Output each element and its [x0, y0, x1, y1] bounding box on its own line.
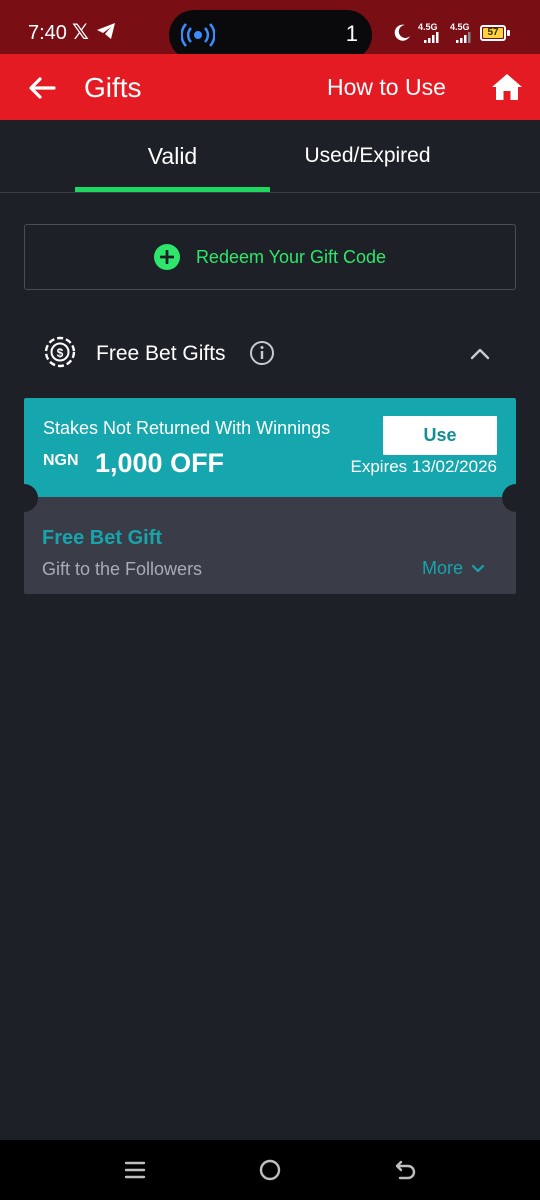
more-button[interactable]: More: [422, 558, 485, 579]
gift-subtitle: Gift to the Followers: [42, 559, 203, 579]
recent-apps-button[interactable]: [119, 1156, 151, 1184]
coupon-amount: 1,000 OFF: [95, 448, 225, 478]
dollar-coin-icon: $: [44, 336, 76, 373]
gift-name: Free Bet Gift: [42, 527, 163, 549]
free-bet-gifts-header[interactable]: $ Free Bet Gifts: [0, 330, 540, 378]
app-header: Gifts How to Use: [0, 54, 540, 120]
tab-used-expired[interactable]: Used/Expired: [270, 144, 465, 168]
coupon-currency: NGN: [43, 452, 79, 469]
collapse-button[interactable]: [462, 338, 498, 370]
moon-icon: [393, 24, 411, 47]
coupon-description: Stakes Not Returned With Winnings: [43, 418, 331, 438]
battery-icon: 57: [480, 25, 506, 41]
hotspot-icon: [180, 21, 216, 54]
home-button[interactable]: [488, 68, 526, 106]
status-bar: 7:40 𝕏 1 4.5G 4.5G 57: [0, 0, 540, 60]
status-time: 7:40: [28, 22, 67, 44]
tab-bar: Valid Used/Expired: [0, 120, 540, 193]
chevron-down-icon: [471, 564, 485, 573]
menu-icon: [124, 1161, 146, 1179]
use-button[interactable]: Use: [383, 416, 497, 455]
system-nav-bar: [0, 1140, 540, 1200]
page-title: Gifts: [84, 72, 142, 103]
signal-1-icon: 4.5G: [418, 22, 444, 44]
coupon-details: Free Bet Gift Gift to the Followers More: [24, 497, 516, 594]
coupon-notch-right: [502, 484, 530, 512]
coupon-notch-left: [10, 484, 38, 512]
chevron-up-icon: [470, 348, 490, 360]
plus-circle-icon: [153, 244, 180, 270]
battery-level: 57: [483, 28, 503, 38]
home-icon: [492, 74, 522, 100]
circle-icon: [259, 1159, 281, 1181]
battery-tip: [507, 30, 510, 36]
arrow-left-icon: [29, 77, 56, 99]
system-home-button[interactable]: [254, 1156, 286, 1184]
info-icon[interactable]: [249, 340, 275, 371]
more-label: More: [422, 558, 464, 578]
x-app-icon: 𝕏: [72, 21, 89, 44]
system-back-button[interactable]: [389, 1156, 421, 1184]
back-button[interactable]: [22, 68, 62, 108]
section-title: Free Bet Gifts: [96, 342, 226, 365]
coupon-card: Stakes Not Returned With Winnings NGN 1,…: [24, 398, 516, 497]
coupon-expiry: Expires 13/02/2026: [350, 457, 498, 476]
signal-2-icon: 4.5G: [450, 22, 476, 44]
notification-count: 1: [345, 21, 358, 46]
redeem-label: Redeem Your Gift Code: [195, 246, 387, 267]
back-arrow-icon: [395, 1160, 416, 1180]
active-tab-indicator: [75, 187, 270, 192]
tab-valid[interactable]: Valid: [75, 143, 270, 170]
how-to-use-link[interactable]: How to Use: [327, 74, 446, 101]
telegram-icon: [96, 22, 116, 45]
dynamic-island: 1: [169, 10, 372, 60]
redeem-gift-code-button[interactable]: Redeem Your Gift Code: [24, 224, 516, 290]
gifts-screen: 7:40 𝕏 1 4.5G 4.5G 57 Gifts How to Use V…: [0, 0, 540, 1200]
svg-text:$: $: [57, 346, 64, 360]
